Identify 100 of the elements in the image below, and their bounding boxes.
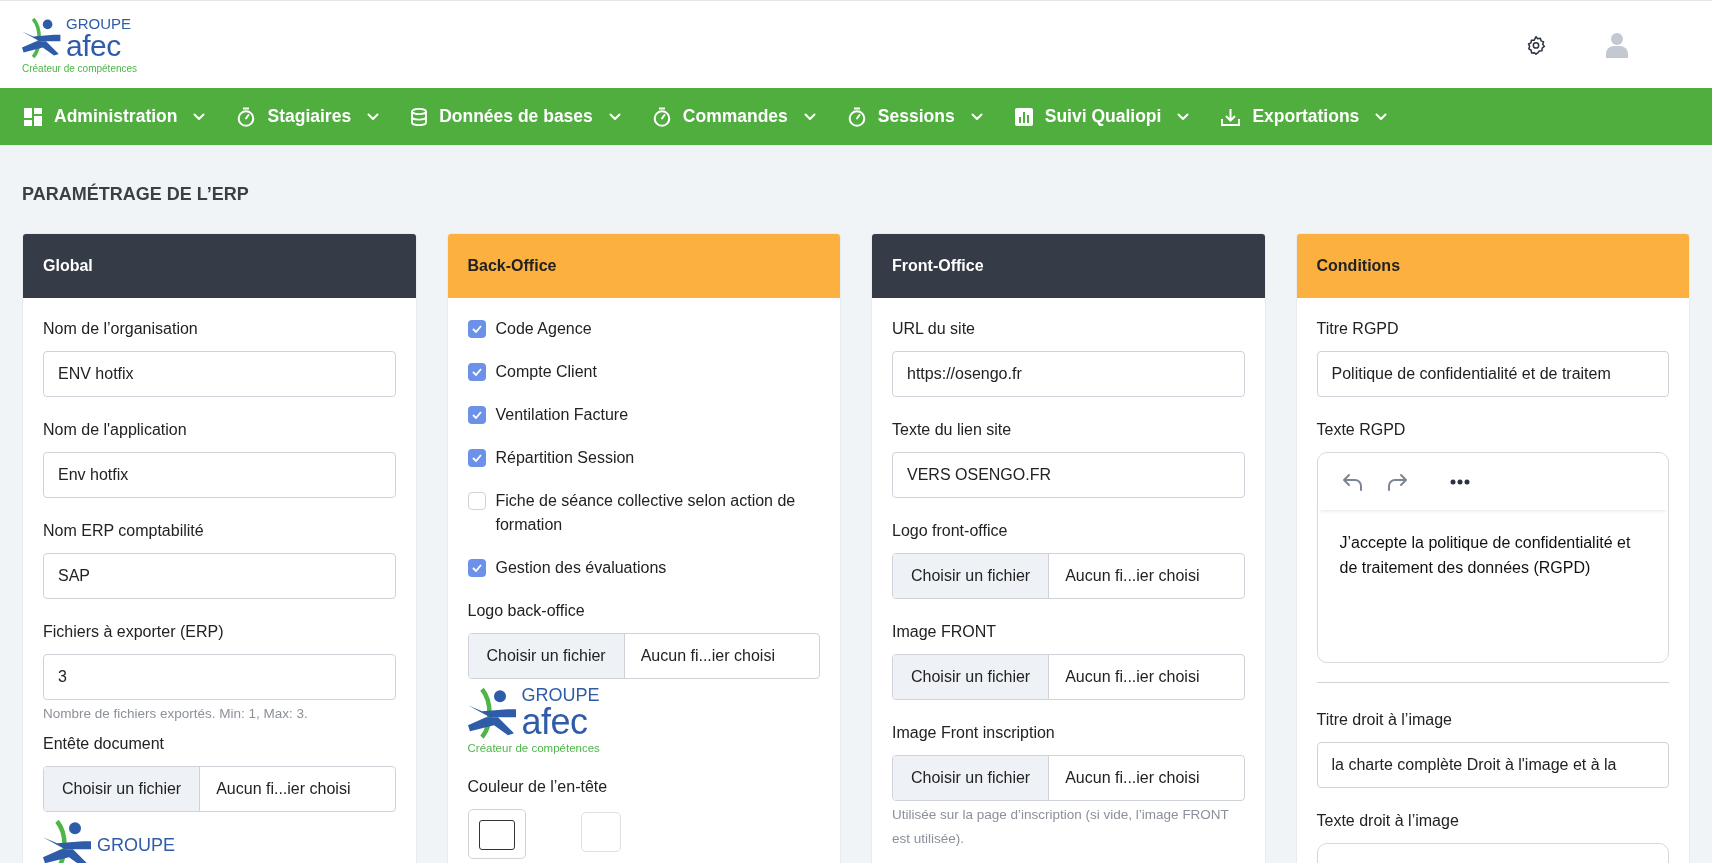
chevron-down-icon bbox=[608, 112, 621, 121]
field-label: Nom de l’organisation bbox=[43, 319, 199, 339]
field-label: Texte RGPD bbox=[1316, 420, 1407, 440]
file-status: Aucun fi...ier choisi bbox=[1064, 667, 1201, 687]
user-icon bbox=[1606, 31, 1628, 58]
bar-chart-icon bbox=[1014, 107, 1033, 126]
text-field[interactable]: Env hotfix bbox=[43, 452, 396, 498]
checkbox[interactable] bbox=[467, 406, 486, 424]
text-field[interactable]: SAP bbox=[43, 553, 396, 599]
undo-icon bbox=[1341, 471, 1364, 492]
field-label: URL du site bbox=[892, 319, 976, 339]
checkbox-label: Compte Client bbox=[495, 362, 597, 382]
field-label: Titre droit à l’image bbox=[1316, 710, 1453, 730]
text-field[interactable]: VERS OSENGO.FR bbox=[892, 452, 1245, 498]
stopwatch-icon bbox=[652, 106, 671, 127]
file-input[interactable]: Choisir un fichier Aucun fi...ier choisi bbox=[43, 766, 396, 812]
color-picker[interactable] bbox=[467, 809, 526, 859]
more-icon bbox=[1449, 478, 1470, 485]
text-field[interactable]: ENV hotfix bbox=[43, 351, 396, 397]
more-button[interactable] bbox=[1449, 478, 1470, 485]
checkbox-label: Répartition Session bbox=[495, 448, 635, 468]
field-label: Couleur de l’en-tête bbox=[467, 777, 609, 797]
field-label: Entête document bbox=[43, 734, 165, 754]
checkmark-icon bbox=[471, 411, 482, 419]
settings-button[interactable] bbox=[1526, 34, 1546, 55]
field-label: Image FRONT bbox=[892, 622, 997, 642]
download-icon bbox=[1221, 107, 1241, 126]
logo-label: GROUPE bbox=[97, 836, 175, 855]
logo-mark-icon bbox=[43, 819, 93, 863]
page-title: PARAMÉTRAGE DE L’ERP bbox=[22, 183, 250, 205]
field-label: Logo front-office bbox=[892, 521, 1009, 541]
text-field[interactable]: Politique de confidentialité et de traitem bbox=[1316, 351, 1669, 397]
logo-tagline: Créateur de compétences bbox=[22, 62, 138, 74]
editor-text: J’accepte la politique de confidentialité et de traitement des données (RGPD) bbox=[1338, 533, 1632, 578]
field-label: Texte du lien site bbox=[892, 420, 1013, 440]
file-status: Aucun fi...ier choisi bbox=[1064, 768, 1201, 788]
file-status: Aucun fi...ier choisi bbox=[215, 779, 352, 799]
field-label: Nom ERP comptabilité bbox=[43, 521, 205, 541]
redo-button[interactable] bbox=[1385, 471, 1408, 492]
color-swatch[interactable] bbox=[580, 812, 621, 852]
card-header: Back-Office bbox=[447, 234, 840, 298]
file-input[interactable]: Choisir un fichier Aucun fi...ier choisi bbox=[892, 553, 1245, 599]
checkmark-icon bbox=[471, 325, 482, 333]
card-header: Front-Office bbox=[872, 234, 1265, 298]
choose-file-button[interactable]: Choisir un fichier bbox=[893, 756, 1050, 800]
choose-file-button[interactable]: Choisir un fichier bbox=[893, 554, 1050, 598]
text-field[interactable]: https://osengo.fr bbox=[892, 351, 1245, 397]
card-header: Global bbox=[23, 234, 416, 298]
undo-button[interactable] bbox=[1341, 471, 1364, 492]
logo-label: GROUPE bbox=[66, 15, 131, 31]
chevron-down-icon bbox=[367, 112, 380, 121]
text-field[interactable]: la charte complète Droit à l'image et à la bbox=[1316, 742, 1669, 788]
logo-wordmark: afec bbox=[66, 30, 121, 61]
logo-wordmark: afec bbox=[521, 704, 589, 740]
checkbox-label: Code Agence bbox=[495, 319, 592, 339]
settings-icon bbox=[1526, 34, 1546, 55]
card-header: Conditions bbox=[1296, 234, 1689, 298]
checkbox-label: Fiche de séance collective selon action de formation bbox=[495, 491, 797, 535]
field-label: Logo back-office bbox=[467, 601, 586, 621]
stopwatch-icon bbox=[847, 106, 866, 127]
user-avatar-button[interactable] bbox=[1606, 31, 1628, 58]
file-input[interactable]: Choisir un fichier Aucun fi...ier choisi bbox=[892, 654, 1245, 700]
choose-file-button[interactable]: Choisir un fichier bbox=[893, 655, 1050, 699]
redo-icon bbox=[1385, 471, 1408, 492]
text-field[interactable]: 3 bbox=[43, 654, 396, 700]
chevron-down-icon bbox=[803, 112, 816, 121]
file-input[interactable]: Choisir un fichier Aucun fi...ier choisi bbox=[892, 755, 1245, 801]
file-status: Aucun fi...ier choisi bbox=[639, 646, 776, 666]
database-icon bbox=[411, 107, 428, 126]
checkmark-icon bbox=[471, 454, 482, 462]
rich-text-editor[interactable]: J’accepte la politique de confidentialité et de traitement des données (RGPD) bbox=[1316, 452, 1669, 663]
checkbox[interactable] bbox=[467, 363, 486, 381]
dashboard-icon bbox=[24, 107, 42, 126]
chevron-down-icon bbox=[1177, 112, 1190, 121]
field-label: Fichiers à exporter (ERP) bbox=[43, 622, 225, 642]
field-label: Titre RGPD bbox=[1316, 319, 1400, 339]
checkmark-icon bbox=[471, 368, 482, 376]
checkbox[interactable] bbox=[467, 320, 486, 338]
logo-mark-icon bbox=[22, 17, 62, 59]
checkbox-label: Ventilation Facture bbox=[495, 405, 629, 425]
stopwatch-icon bbox=[237, 106, 256, 127]
logo-label: GROUPE bbox=[521, 686, 600, 704]
chevron-down-icon bbox=[970, 112, 983, 121]
chevron-down-icon bbox=[193, 112, 206, 121]
field-label: Nom de l'application bbox=[43, 420, 188, 440]
checkmark-icon bbox=[471, 564, 482, 572]
field-label: Image Front inscription bbox=[892, 723, 1056, 743]
logo-tagline: Créateur de compétences bbox=[467, 742, 601, 754]
checkbox[interactable] bbox=[467, 492, 486, 510]
logo-mark-icon bbox=[467, 686, 518, 740]
chevron-down-icon bbox=[1375, 112, 1388, 121]
checkbox[interactable] bbox=[467, 559, 486, 577]
choose-file-button[interactable]: Choisir un fichier bbox=[468, 634, 625, 678]
checkbox-label: Gestion des évaluations bbox=[495, 558, 667, 578]
choose-file-button[interactable]: Choisir un fichier bbox=[44, 767, 201, 811]
file-input[interactable]: Choisir un fichier Aucun fi...ier choisi bbox=[467, 633, 820, 679]
file-status: Aucun fi...ier choisi bbox=[1064, 566, 1201, 586]
field-label: Texte droit à l’image bbox=[1316, 811, 1460, 831]
checkbox[interactable] bbox=[467, 449, 486, 467]
field-hint: Utilisée sur la page d’inscription (si vide, l’image FRONT est utilisée). bbox=[892, 806, 1230, 848]
